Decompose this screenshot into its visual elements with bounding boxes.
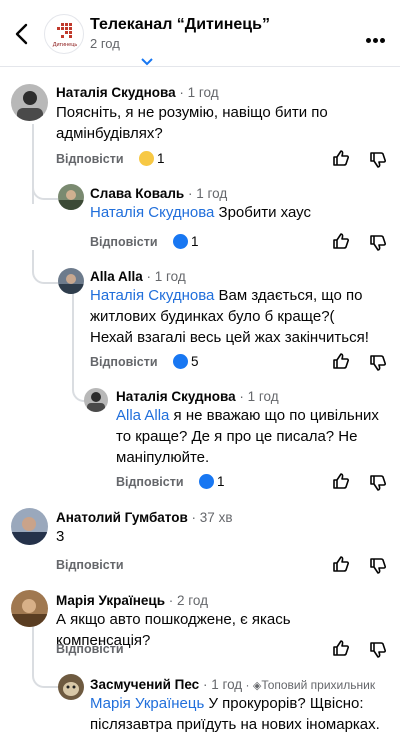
dog-photo-icon (63, 682, 79, 696)
page-avatar[interactable]: Дитинець (44, 14, 84, 54)
reaction-count[interactable]: 1 (217, 474, 225, 489)
like-reaction-icon (199, 474, 214, 489)
dislike-icon[interactable] (369, 354, 387, 372)
like-icon[interactable] (332, 472, 350, 490)
thread-connector (32, 170, 60, 200)
reply-button[interactable]: Відповісти (90, 235, 158, 249)
comment-time: 37 хв (199, 510, 233, 525)
person-photo-icon (87, 392, 105, 412)
comment-author[interactable]: Наталія Скуднова · 1 год (56, 85, 219, 100)
mention-link[interactable]: Наталія Скуднова (90, 287, 214, 304)
reply-button[interactable]: Відповісти (116, 475, 184, 489)
thread-line (72, 292, 74, 362)
like-icon[interactable] (332, 639, 350, 657)
top-fan-badge: Топовий прихильник (261, 678, 376, 692)
comment-author[interactable]: Засмучений Пес · 1 год · ◈Топовий прихил… (90, 677, 375, 692)
post-time[interactable]: 2 год (90, 36, 120, 51)
comment-time: 1 год (187, 85, 219, 100)
person-photo-icon (58, 190, 84, 210)
comment-text: Поясніть, я не розумію, навіщо бити по а… (56, 104, 328, 142)
page-logo-text: Дитинець (53, 42, 78, 48)
comment-author[interactable]: Наталія Скуднова · 1 год (116, 389, 279, 404)
reply-button[interactable]: Відповісти (56, 152, 124, 166)
reply-button[interactable]: Відповісти (90, 355, 158, 369)
care-emoji-icon (139, 151, 154, 166)
mention-link[interactable]: Alla Alla (116, 407, 169, 424)
back-arrow-icon[interactable] (12, 22, 32, 46)
comment-text: 3 (56, 528, 65, 545)
avatar[interactable] (58, 674, 84, 700)
dislike-icon[interactable] (369, 151, 387, 169)
comment-author[interactable]: Анатолий Гумбатов · 37 хв (56, 510, 233, 525)
dislike-icon[interactable] (369, 234, 387, 252)
avatar[interactable] (11, 508, 48, 545)
comment-author[interactable]: Слава Коваль · 1 год (90, 186, 227, 201)
person-photo-icon (58, 274, 84, 294)
comment-text: Наталія Скуднова Зробити хаус (90, 204, 311, 221)
reaction-count[interactable]: 1 (191, 234, 199, 249)
comment-author[interactable]: Марія Українець · 2 год (56, 593, 208, 608)
person-photo-icon (17, 91, 43, 121)
like-reaction-icon (173, 354, 188, 369)
mention-link[interactable]: Наталія Скуднова (90, 204, 214, 221)
person-photo-icon (11, 599, 48, 627)
comment-time: 1 год (211, 677, 243, 692)
like-icon[interactable] (332, 555, 350, 573)
post-header: Дитинець Телеканал “Дитинець” 2 год (0, 0, 400, 66)
person-photo-icon (11, 517, 48, 545)
thread-connector (32, 250, 60, 284)
header-divider (0, 66, 400, 67)
page-logo-icon: Дитинець (53, 23, 78, 48)
comment-text: Марія Українець У прокурорів? Щвісно: пі… (90, 695, 380, 733)
more-options-icon[interactable] (366, 30, 387, 48)
reaction-count[interactable]: 5 (191, 354, 199, 369)
comment-time: 1 год (247, 389, 279, 404)
avatar[interactable] (84, 388, 108, 412)
reaction-count[interactable]: 1 (157, 151, 165, 166)
avatar[interactable] (58, 268, 84, 294)
comment-time: 2 год (177, 593, 208, 608)
reply-button[interactable]: Відповісти (56, 642, 124, 656)
page-name[interactable]: Телеканал “Дитинець” (90, 16, 270, 34)
like-reaction-icon (173, 234, 188, 249)
avatar[interactable] (11, 590, 48, 627)
avatar[interactable] (58, 184, 84, 210)
comment-text: Alla Alla я не вважаю що по цивільних то… (116, 407, 379, 466)
comment-time: 1 год (196, 186, 228, 201)
dislike-icon[interactable] (369, 557, 387, 575)
reply-button[interactable]: Відповісти (56, 558, 124, 572)
comment-text: Наталія Скуднова Вам здається, що по жит… (90, 287, 369, 346)
comment-time: 1 год (154, 269, 186, 284)
dislike-icon[interactable] (369, 641, 387, 659)
comment-author[interactable]: Alla Alla · 1 год (90, 269, 186, 284)
mention-link[interactable]: Марія Українець (90, 695, 204, 712)
like-icon[interactable] (332, 352, 350, 370)
chevron-down-icon[interactable] (140, 58, 154, 66)
avatar[interactable] (11, 84, 48, 121)
like-icon[interactable] (332, 232, 350, 250)
dislike-icon[interactable] (369, 474, 387, 492)
like-icon[interactable] (332, 149, 350, 167)
